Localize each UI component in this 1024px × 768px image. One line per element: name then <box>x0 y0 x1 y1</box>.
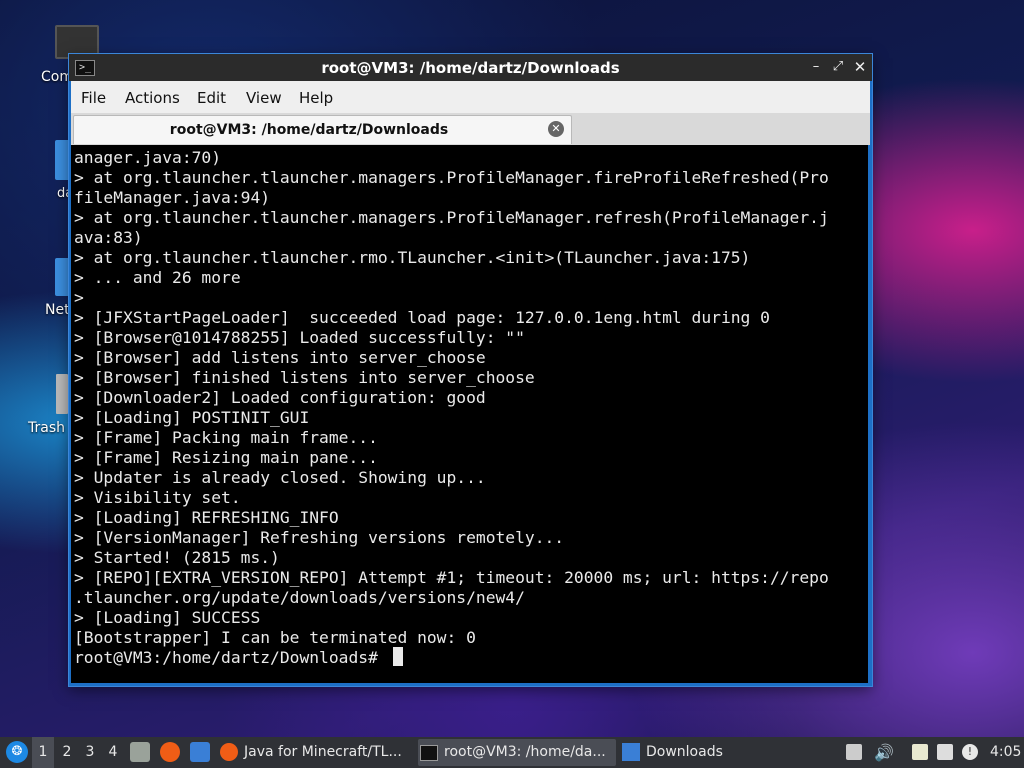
notification-icon[interactable]: ! <box>962 744 978 760</box>
menu-help[interactable]: Help <box>299 89 333 107</box>
start-menu-icon[interactable]: ❂ <box>6 741 28 763</box>
window-title: root@VM3: /home/dartz/Downloads <box>321 59 620 77</box>
menu-view[interactable]: View <box>246 89 282 107</box>
terminal-window[interactable]: >_ root@VM3: /home/dartz/Downloads – ⤢ ✕… <box>69 54 872 686</box>
tab-close-icon[interactable]: ✕ <box>548 121 564 137</box>
clock[interactable]: 4:05 <box>990 737 1021 768</box>
maximize-button[interactable]: ⤢ <box>829 58 847 76</box>
taskbar-task-firefox[interactable]: Java for Minecraft/TL... <box>218 739 413 766</box>
workspace-4[interactable]: 4 <box>102 737 124 768</box>
network-status-icon[interactable] <box>937 744 953 760</box>
close-button[interactable]: ✕ <box>851 58 869 76</box>
taskbar: ❂ 1 2 3 4 Java for Minecraft/TL... root@… <box>0 737 1024 768</box>
window-titlebar[interactable]: >_ root@VM3: /home/dartz/Downloads – ⤢ ✕ <box>69 54 872 81</box>
tab-bar: root@VM3: /home/dartz/Downloads ✕ <box>71 113 870 145</box>
file-manager-launcher-icon[interactable] <box>130 742 150 762</box>
menubar: File Actions Edit View Help <box>71 81 870 113</box>
tab-label: root@VM3: /home/dartz/Downloads <box>169 122 449 138</box>
terminal-text: anager.java:70) > at org.tlauncher.tlaun… <box>74 148 829 667</box>
task-label: root@VM3: /home/da... <box>444 744 606 760</box>
taskbar-task-terminal[interactable]: root@VM3: /home/da... <box>418 739 616 766</box>
workspace-1[interactable]: 1 <box>32 737 54 768</box>
tab-terminal[interactable]: root@VM3: /home/dartz/Downloads ✕ <box>73 115 572 144</box>
firefox-icon <box>220 743 238 761</box>
show-desktop-icon[interactable] <box>190 742 210 762</box>
eject-icon[interactable] <box>846 744 862 760</box>
menu-file[interactable]: File <box>81 89 106 107</box>
task-label: Downloads <box>646 744 723 760</box>
menu-edit[interactable]: Edit <box>197 89 226 107</box>
volume-icon[interactable]: 🔊 <box>874 737 894 762</box>
text-cursor <box>393 647 403 666</box>
trash-icon <box>56 374 68 414</box>
terminal-icon <box>420 745 438 761</box>
terminal-output[interactable]: anager.java:70) > at org.tlauncher.tlaun… <box>71 145 868 683</box>
menu-actions[interactable]: Actions <box>125 89 180 107</box>
firefox-launcher-icon[interactable] <box>160 742 180 762</box>
folder-icon <box>622 743 640 761</box>
desktop-icon-label: Trash <box>28 420 65 436</box>
workspace-2[interactable]: 2 <box>56 737 78 768</box>
workspace-3[interactable]: 3 <box>79 737 101 768</box>
task-label: Java for Minecraft/TL... <box>244 744 402 760</box>
taskbar-task-downloads[interactable]: Downloads <box>620 739 730 766</box>
clipboard-icon[interactable] <box>912 744 928 760</box>
minimize-button[interactable]: – <box>807 58 825 76</box>
desktop-icon-label: Net <box>45 302 70 318</box>
